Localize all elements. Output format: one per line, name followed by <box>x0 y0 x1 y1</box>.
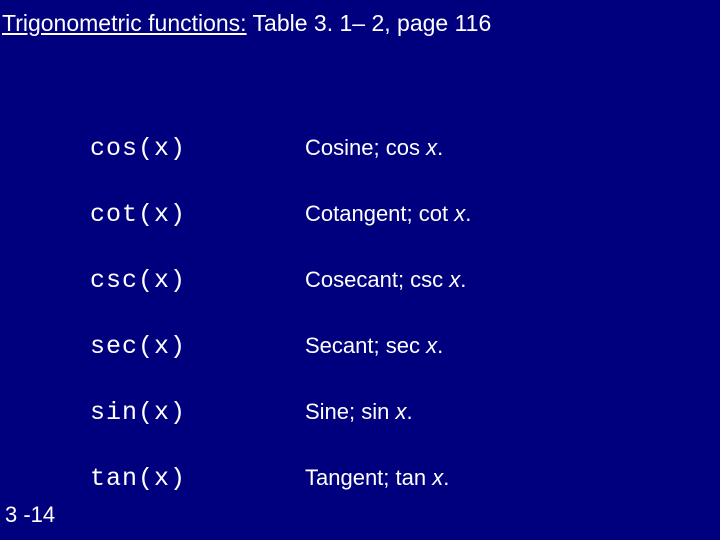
function-description: Secant; sec x. <box>305 333 443 359</box>
table-row: cos(x) Cosine; cos x. <box>90 115 471 181</box>
function-description: Cotangent; cot x. <box>305 201 471 227</box>
title-underlined: Trigonometric functions: <box>2 10 247 36</box>
function-description: Sine; sin x. <box>305 399 413 425</box>
function-syntax: tan(x) <box>90 464 305 493</box>
function-description: Cosine; cos x. <box>305 135 443 161</box>
function-description: Cosecant; csc x. <box>305 267 466 293</box>
table-row: sec(x) Secant; sec x. <box>90 313 471 379</box>
function-syntax: sin(x) <box>90 398 305 427</box>
function-syntax: cot(x) <box>90 200 305 229</box>
table-row: sin(x) Sine; sin x. <box>90 379 471 445</box>
table-row: cot(x) Cotangent; cot x. <box>90 181 471 247</box>
function-syntax: sec(x) <box>90 332 305 361</box>
title-rest: Table 3. 1– 2, page 116 <box>247 10 492 36</box>
table-row: tan(x) Tangent; tan x. <box>90 445 471 511</box>
table-row: csc(x) Cosecant; csc x. <box>90 247 471 313</box>
function-syntax: csc(x) <box>90 266 305 295</box>
slide-number: 3 -14 <box>5 502 55 528</box>
trig-function-table: cos(x) Cosine; cos x. cot(x) Cotangent; … <box>90 115 471 511</box>
slide-title: Trigonometric functions: Table 3. 1– 2, … <box>2 10 491 38</box>
function-syntax: cos(x) <box>90 134 305 163</box>
function-description: Tangent; tan x. <box>305 465 449 491</box>
